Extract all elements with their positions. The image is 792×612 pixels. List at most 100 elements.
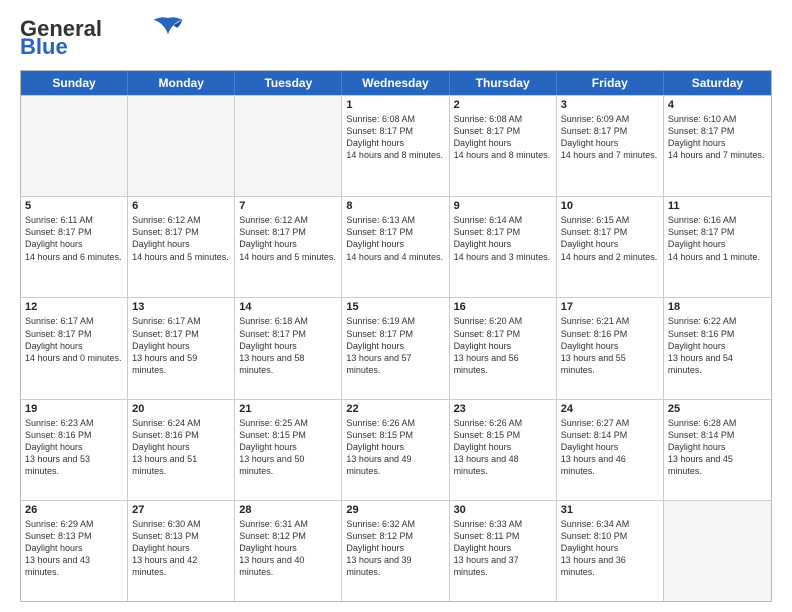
day-number: 14 bbox=[239, 301, 337, 313]
calendar-cell-10: 10 Sunrise: 6:15 AMSunset: 8:17 PMDayligh… bbox=[557, 197, 664, 297]
day-number: 10 bbox=[561, 200, 659, 212]
day-info: Sunrise: 6:27 AMSunset: 8:14 PMDaylight … bbox=[561, 417, 659, 478]
day-info: Sunrise: 6:08 AMSunset: 8:17 PMDaylight … bbox=[346, 113, 444, 162]
calendar-cell-18: 18 Sunrise: 6:22 AMSunset: 8:16 PMDayligh… bbox=[664, 298, 771, 398]
calendar-body: 1 Sunrise: 6:08 AMSunset: 8:17 PMDaylight… bbox=[21, 95, 771, 601]
day-info: Sunrise: 6:20 AMSunset: 8:17 PMDaylight … bbox=[454, 315, 552, 376]
calendar-cell-9: 9Sunrise: 6:14 AMSunset: 8:17 PMDaylight… bbox=[450, 197, 557, 297]
day-number: 7 bbox=[239, 200, 337, 212]
day-number: 23 bbox=[454, 403, 552, 415]
calendar-row-0: 1 Sunrise: 6:08 AMSunset: 8:17 PMDaylight… bbox=[21, 95, 771, 196]
calendar-cell-16: 16Sunrise: 6:20 AMSunset: 8:17 PMDayligh… bbox=[450, 298, 557, 398]
day-number: 12 bbox=[25, 301, 123, 313]
day-number: 30 bbox=[454, 504, 552, 516]
calendar-cell-20: 20Sunrise: 6:24 AMSunset: 8:16 PMDayligh… bbox=[128, 400, 235, 500]
day-number: 18 bbox=[668, 301, 767, 313]
day-number: 3 bbox=[561, 99, 659, 111]
day-info: Sunrise: 6:22 AMSunset: 8:16 PMDaylight … bbox=[668, 315, 767, 376]
day-number: 26 bbox=[25, 504, 123, 516]
day-number: 25 bbox=[668, 403, 767, 415]
day-info: Sunrise: 6:18 AMSunset: 8:17 PMDaylight … bbox=[239, 315, 337, 376]
day-info: Sunrise: 6:12 AMSunset: 8:17 PMDaylight … bbox=[239, 214, 337, 263]
day-info: Sunrise: 6:16 AMSunset: 8:17 PMDaylight … bbox=[668, 214, 767, 263]
calendar-cell-23: 23 Sunrise: 6:26 AMSunset: 8:15 PMDayligh… bbox=[450, 400, 557, 500]
calendar-cell-29: 29Sunrise: 6:32 AMSunset: 8:12 PMDayligh… bbox=[342, 501, 449, 601]
day-number: 5 bbox=[25, 200, 123, 212]
day-info: Sunrise: 6:32 AMSunset: 8:12 PMDaylight … bbox=[346, 518, 444, 579]
calendar-cell-27: 27Sunrise: 6:30 AMSunset: 8:13 PMDayligh… bbox=[128, 501, 235, 601]
day-info: Sunrise: 6:11 AMSunset: 8:17 PMDaylight … bbox=[25, 214, 123, 263]
day-number: 24 bbox=[561, 403, 659, 415]
calendar-cell-17: 17 Sunrise: 6:21 AMSunset: 8:16 PMDayligh… bbox=[557, 298, 664, 398]
day-number: 2 bbox=[454, 99, 552, 111]
calendar-cell-28: 28Sunrise: 6:31 AMSunset: 8:12 PMDayligh… bbox=[235, 501, 342, 601]
day-info: Sunrise: 6:17 AMSunset: 8:17 PMDaylight … bbox=[25, 315, 123, 364]
calendar-header: SundayMondayTuesdayWednesdayThursdayFrid… bbox=[21, 71, 771, 95]
calendar-cell-31: 31 Sunrise: 6:34 AMSunset: 8:10 PMDayligh… bbox=[557, 501, 664, 601]
day-info: Sunrise: 6:13 AMSunset: 8:17 PMDaylight … bbox=[346, 214, 444, 263]
day-info: Sunrise: 6:23 AMSunset: 8:16 PMDaylight … bbox=[25, 417, 123, 478]
calendar-cell-26: 26Sunrise: 6:29 AMSunset: 8:13 PMDayligh… bbox=[21, 501, 128, 601]
calendar-cell-13: 13Sunrise: 6:17 AMSunset: 8:17 PMDayligh… bbox=[128, 298, 235, 398]
day-number: 21 bbox=[239, 403, 337, 415]
calendar-cell-14: 14 Sunrise: 6:18 AMSunset: 8:17 PMDayligh… bbox=[235, 298, 342, 398]
logo: General Blue bbox=[20, 16, 186, 60]
calendar-cell-7: 7 Sunrise: 6:12 AMSunset: 8:17 PMDaylight… bbox=[235, 197, 342, 297]
day-number: 15 bbox=[346, 301, 444, 313]
weekday-header-wednesday: Wednesday bbox=[342, 71, 449, 95]
day-info: Sunrise: 6:19 AMSunset: 8:17 PMDaylight … bbox=[346, 315, 444, 376]
calendar-row-4: 26Sunrise: 6:29 AMSunset: 8:13 PMDayligh… bbox=[21, 500, 771, 601]
weekday-header-tuesday: Tuesday bbox=[235, 71, 342, 95]
day-info: Sunrise: 6:30 AMSunset: 8:13 PMDaylight … bbox=[132, 518, 230, 579]
day-info: Sunrise: 6:34 AMSunset: 8:10 PMDaylight … bbox=[561, 518, 659, 579]
weekday-header-thursday: Thursday bbox=[450, 71, 557, 95]
calendar-row-3: 19Sunrise: 6:23 AMSunset: 8:16 PMDayligh… bbox=[21, 399, 771, 500]
calendar-cell-30: 30 Sunrise: 6:33 AMSunset: 8:11 PMDayligh… bbox=[450, 501, 557, 601]
weekday-header-friday: Friday bbox=[557, 71, 664, 95]
calendar-cell-2: 2Sunrise: 6:08 AMSunset: 8:17 PMDaylight… bbox=[450, 96, 557, 196]
day-number: 1 bbox=[346, 99, 444, 111]
calendar-row-1: 5 Sunrise: 6:11 AMSunset: 8:17 PMDaylight… bbox=[21, 196, 771, 297]
day-number: 9 bbox=[454, 200, 552, 212]
calendar-cell-25: 25 Sunrise: 6:28 AMSunset: 8:14 PMDayligh… bbox=[664, 400, 771, 500]
page: General Blue SundayMondayTuesdayWednesda… bbox=[0, 0, 792, 612]
day-info: Sunrise: 6:26 AMSunset: 8:15 PMDaylight … bbox=[454, 417, 552, 478]
day-info: Sunrise: 6:15 AMSunset: 8:17 PMDaylight … bbox=[561, 214, 659, 263]
logo-blue: Blue bbox=[20, 34, 68, 60]
calendar-cell-1: 1 Sunrise: 6:08 AMSunset: 8:17 PMDaylight… bbox=[342, 96, 449, 196]
day-info: Sunrise: 6:17 AMSunset: 8:17 PMDaylight … bbox=[132, 315, 230, 376]
day-number: 31 bbox=[561, 504, 659, 516]
header: General Blue bbox=[20, 16, 772, 60]
day-info: Sunrise: 6:33 AMSunset: 8:11 PMDaylight … bbox=[454, 518, 552, 579]
day-info: Sunrise: 6:09 AMSunset: 8:17 PMDaylight … bbox=[561, 113, 659, 162]
day-number: 4 bbox=[668, 99, 767, 111]
day-number: 22 bbox=[346, 403, 444, 415]
calendar-cell-4: 4Sunrise: 6:10 AMSunset: 8:17 PMDaylight… bbox=[664, 96, 771, 196]
day-number: 8 bbox=[346, 200, 444, 212]
calendar-cell-19: 19Sunrise: 6:23 AMSunset: 8:16 PMDayligh… bbox=[21, 400, 128, 500]
weekday-header-saturday: Saturday bbox=[664, 71, 771, 95]
day-info: Sunrise: 6:12 AMSunset: 8:17 PMDaylight … bbox=[132, 214, 230, 263]
weekday-header-sunday: Sunday bbox=[21, 71, 128, 95]
calendar-cell-24: 24 Sunrise: 6:27 AMSunset: 8:14 PMDayligh… bbox=[557, 400, 664, 500]
day-info: Sunrise: 6:31 AMSunset: 8:12 PMDaylight … bbox=[239, 518, 337, 579]
calendar-cell-8: 8 Sunrise: 6:13 AMSunset: 8:17 PMDaylight… bbox=[342, 197, 449, 297]
calendar-cell-21: 21 Sunrise: 6:25 AMSunset: 8:15 PMDayligh… bbox=[235, 400, 342, 500]
day-info: Sunrise: 6:26 AMSunset: 8:15 PMDaylight … bbox=[346, 417, 444, 478]
day-number: 6 bbox=[132, 200, 230, 212]
calendar-cell-5: 5 Sunrise: 6:11 AMSunset: 8:17 PMDaylight… bbox=[21, 197, 128, 297]
day-info: Sunrise: 6:28 AMSunset: 8:14 PMDaylight … bbox=[668, 417, 767, 478]
calendar-cell-3: 3 Sunrise: 6:09 AMSunset: 8:17 PMDaylight… bbox=[557, 96, 664, 196]
day-number: 17 bbox=[561, 301, 659, 313]
day-info: Sunrise: 6:21 AMSunset: 8:16 PMDaylight … bbox=[561, 315, 659, 376]
calendar-row-2: 12 Sunrise: 6:17 AMSunset: 8:17 PMDayligh… bbox=[21, 297, 771, 398]
calendar-cell-empty bbox=[21, 96, 128, 196]
calendar-cell-empty bbox=[235, 96, 342, 196]
day-info: Sunrise: 6:25 AMSunset: 8:15 PMDaylight … bbox=[239, 417, 337, 478]
calendar-cell-6: 6 Sunrise: 6:12 AMSunset: 8:17 PMDaylight… bbox=[128, 197, 235, 297]
calendar-cell-empty bbox=[664, 501, 771, 601]
calendar-cell-12: 12 Sunrise: 6:17 AMSunset: 8:17 PMDayligh… bbox=[21, 298, 128, 398]
day-number: 11 bbox=[668, 200, 767, 212]
day-info: Sunrise: 6:24 AMSunset: 8:16 PMDaylight … bbox=[132, 417, 230, 478]
logo-bird-icon bbox=[150, 16, 186, 38]
